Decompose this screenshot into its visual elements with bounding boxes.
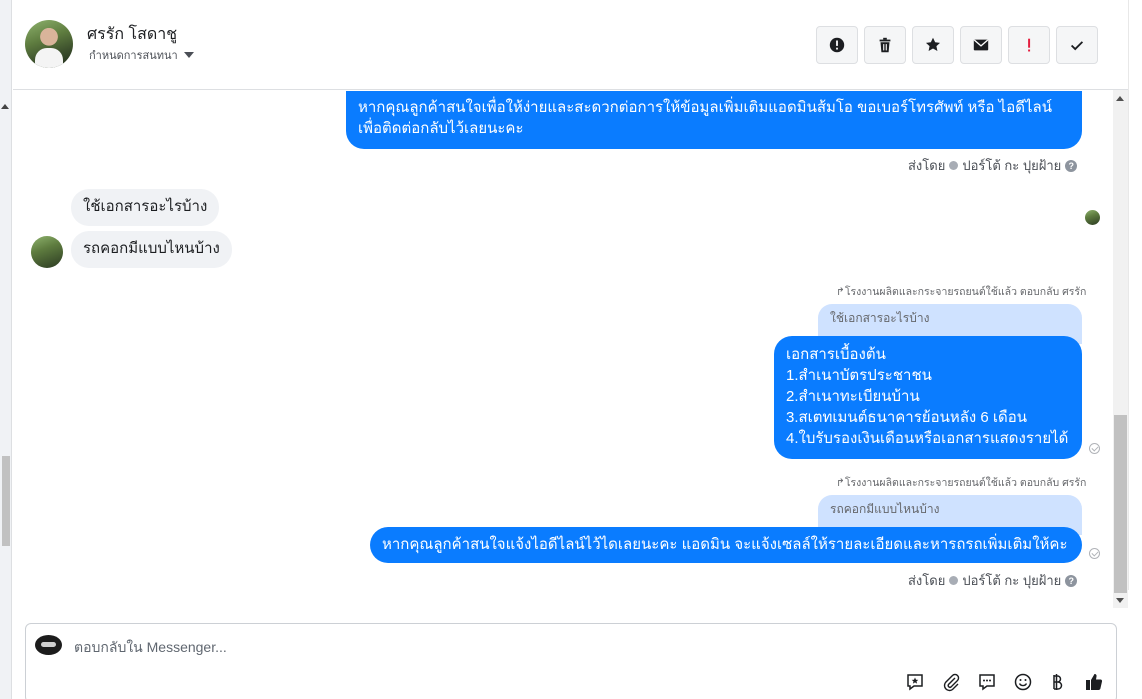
sent-by-info: ส่งโดย ปอร์โต้ กะ ปุยฝ้าย ? (908, 155, 1078, 176)
page-scroll-track (1128, 0, 1142, 590)
caret-down-icon (183, 52, 194, 58)
chat-bubble-icon (979, 674, 995, 691)
delivered-check-icon (1089, 548, 1100, 559)
attachment-icon (943, 673, 960, 692)
sender-status-icon (949, 576, 959, 585)
star-button[interactable] (912, 26, 954, 64)
message-line: เอกสารเบื้องต้น (786, 346, 886, 363)
reply-note: ↱โรงงานผลิตและกระจายรถยนต์ใช้แล้ว ตอบกลั… (836, 283, 1086, 300)
scroll-up-arrow-icon[interactable] (1, 104, 9, 109)
message-line: 4.ใบรับรองเงินเดือนหรือเอกสารแสดงรายได้ (786, 430, 1069, 447)
thread-scrollbar-thumb[interactable] (1114, 415, 1127, 593)
message-line: 2.สำเนาทะเบียนบ้าน (786, 388, 920, 405)
message-line: 3.สเตทเมนต์ธนาคารย้อนหลัง 6 เดือน (786, 409, 1028, 426)
quick-reply-button[interactable] (975, 670, 999, 694)
baht-icon (1053, 674, 1063, 690)
messenger-inbox-window: ศรรัก โสดาชู กำหนดการสนทนา หากคุณลูกค้าส… (0, 0, 1142, 699)
envelope-icon (973, 39, 989, 51)
incoming-message[interactable]: ใช้เอกสารอะไรบ้าง (71, 189, 220, 226)
mark-unread-button[interactable] (960, 26, 1002, 64)
help-icon[interactable]: ? (1065, 159, 1078, 172)
conversation-settings-label: กำหนดการสนทนา (89, 50, 178, 62)
conversation-header: ศรรัก โสดาชู กำหนดการสนทนา (13, 0, 1128, 90)
seen-avatar (1085, 210, 1100, 225)
delete-button[interactable] (864, 26, 906, 64)
outgoing-message[interactable]: หากคุณลูกค้าสนใจแจ้งไอดีไลน์ไว้ไดเลยนะคะ… (370, 527, 1082, 563)
emoji-button[interactable] (1011, 670, 1035, 694)
reply-note-text: โรงงานผลิตและกระจายรถยนต์ใช้แล้ว ตอบกลับ… (844, 477, 1087, 489)
delivered-check-icon (1089, 443, 1100, 454)
exclamation-icon (1028, 38, 1031, 52)
contact-avatar-small[interactable] (31, 236, 63, 268)
message-line: 1.สำเนาบัตรประชาชน (786, 367, 932, 384)
saved-reply-button[interactable] (903, 670, 927, 694)
sent-by-author[interactable]: ปอร์โต้ กะ ปุยฝ้าย (962, 570, 1061, 591)
contact-name[interactable]: ศรรัก โสดาชู (87, 22, 177, 47)
trash-icon (879, 37, 891, 53)
thread-scrollbar[interactable] (1113, 90, 1128, 608)
scroll-up-arrow-icon[interactable] (1116, 96, 1124, 101)
message-line: เพื่อติดต่อกลับไว้เลยนะคะ (358, 120, 524, 137)
sent-by-info: ส่งโดย ปอร์โต้ กะ ปุยฝ้าย ? (908, 570, 1078, 591)
left-scroll-strip (0, 0, 12, 699)
scroll-down-arrow-icon[interactable] (1116, 598, 1124, 603)
alert-circle-icon (829, 37, 845, 53)
reply-input[interactable]: ตอบกลับใน Messenger... (74, 637, 227, 659)
sent-by-author[interactable]: ปอร์โต้ กะ ปุยฝ้าย (962, 155, 1061, 176)
reply-note: ↱โรงงานผลิตและกระจายรถยนต์ใช้แล้ว ตอบกลั… (836, 474, 1086, 491)
reply-arrow-icon: ↱ (836, 286, 845, 298)
like-button[interactable] (1082, 670, 1106, 694)
check-icon (1070, 41, 1084, 51)
attach-button[interactable] (939, 670, 963, 694)
report-spam-button[interactable] (816, 26, 858, 64)
follow-up-button[interactable] (1008, 26, 1050, 64)
star-icon (925, 37, 941, 51)
mark-done-button[interactable] (1056, 26, 1098, 64)
left-scrollbar-thumb[interactable] (2, 456, 10, 546)
incoming-message[interactable]: รถคอกมีแบบไหนบ้าง (71, 231, 232, 268)
payment-button[interactable] (1045, 670, 1069, 694)
thumbs-up-icon (1086, 674, 1103, 690)
emoji-icon (1014, 673, 1032, 691)
avatar[interactable] (25, 20, 73, 68)
outgoing-message[interactable]: เอกสารเบื้องต้น 1.สำเนาบัตรประชาชน 2.สำเ… (774, 336, 1082, 459)
conversation-settings-dropdown[interactable]: กำหนดการสนทนา (89, 46, 194, 64)
reply-arrow-icon: ↱ (836, 477, 845, 489)
reply-note-text: โรงงานผลิตและกระจายรถยนต์ใช้แล้ว ตอบกลับ… (844, 286, 1087, 298)
sent-by-prefix: ส่งโดย (908, 573, 946, 588)
reply-composer[interactable]: ตอบกลับใน Messenger... (25, 623, 1117, 699)
saved-reply-icon (907, 674, 923, 691)
page-avatar (35, 635, 62, 655)
message-line: หากคุณลูกค้าสนใจเพื่อให้ง่ายและสะดวกต่อก… (358, 99, 1052, 116)
outgoing-message[interactable]: หากคุณลูกค้าสนใจเพื่อให้ง่ายและสะดวกต่อก… (346, 91, 1082, 149)
help-icon[interactable]: ? (1065, 574, 1078, 587)
sent-by-prefix: ส่งโดย (908, 158, 946, 173)
sender-status-icon (949, 161, 959, 170)
